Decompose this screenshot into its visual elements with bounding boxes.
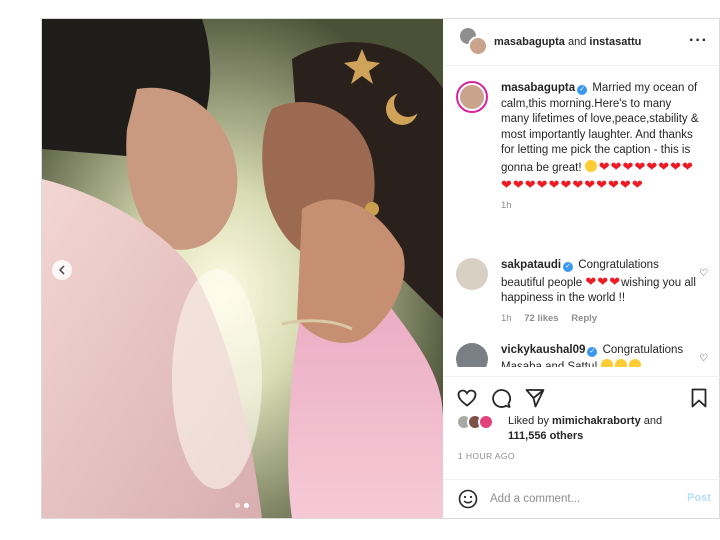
carousel-dot xyxy=(235,503,240,508)
hugging-face-icon xyxy=(600,358,613,367)
wedding-photo-illustration xyxy=(42,19,443,518)
hugging-face-icon xyxy=(628,358,641,367)
avatar[interactable] xyxy=(456,81,488,113)
avatar[interactable] xyxy=(456,343,488,367)
caption-username[interactable]: masabagupta xyxy=(501,82,575,94)
collab-avatars[interactable] xyxy=(458,26,490,58)
comment-icon xyxy=(492,389,511,408)
comment-meta: 1h 72 likes Reply xyxy=(501,311,701,327)
comment-username[interactable]: vickykaushal09 xyxy=(501,344,585,356)
carousel-indicator xyxy=(235,503,249,508)
share-button[interactable] xyxy=(524,387,546,409)
caption: masabagupta ✓ Married my ocean of calm,th… xyxy=(456,81,710,251)
liker-avatars[interactable] xyxy=(456,414,502,432)
post-side-panel: masabagupta and instasattu ··· masabagup… xyxy=(444,19,720,518)
author-username[interactable]: masabagupta xyxy=(494,36,565,48)
comment-likes[interactable]: 72 likes xyxy=(524,313,558,324)
likes-summary: Liked by mimichakraborty and 111,556 oth… xyxy=(456,412,716,444)
grinning-face-icon xyxy=(584,159,597,172)
post-actions xyxy=(444,376,720,416)
comment-button[interactable] xyxy=(490,387,512,409)
add-comment-bar: Post xyxy=(444,479,720,518)
verified-badge-icon: ✓ xyxy=(587,347,598,357)
instagram-post: masabagupta and instasattu ··· masabagup… xyxy=(41,18,720,519)
carousel-prev-button[interactable] xyxy=(52,260,72,280)
collaborator-username[interactable]: instasattu xyxy=(589,36,641,48)
verified-badge-icon: ✓ xyxy=(577,85,588,95)
post-authors: masabagupta and instasattu xyxy=(494,36,641,48)
like-button[interactable] xyxy=(456,387,478,409)
heart-outline-icon[interactable]: ♡ xyxy=(699,353,708,364)
likes-prefix: Liked by xyxy=(508,415,549,427)
caption-time[interactable]: 1h xyxy=(501,200,512,211)
verified-badge-icon: ✓ xyxy=(563,262,574,272)
comment-body: vickykaushal09 ✓ Congratulations Masaba a… xyxy=(501,343,701,367)
comment-input[interactable] xyxy=(490,490,670,508)
hugging-face-icon xyxy=(614,358,627,367)
post-timestamp[interactable]: 1 HOUR AGO xyxy=(458,451,515,461)
avatar xyxy=(478,414,494,430)
more-horizontal-icon[interactable]: ··· xyxy=(689,33,708,49)
comment-body: sakpataudi ✓ Congratulations beautiful pe… xyxy=(501,258,701,326)
heart-icon xyxy=(457,389,477,407)
post-header: masabagupta and instasattu ··· xyxy=(444,19,720,66)
carousel-dot-active xyxy=(244,503,249,508)
heart-outline-icon[interactable]: ♡ xyxy=(699,268,708,279)
post-comment-button[interactable]: Post xyxy=(687,492,711,504)
liker-username[interactable]: mimichakraborty xyxy=(552,415,641,427)
likes-count[interactable]: 111,556 others xyxy=(508,430,583,442)
comment-item: sakpataudi ✓ Congratulations beautiful pe… xyxy=(456,258,710,328)
likes-text: Liked by mimichakraborty and 111,556 oth… xyxy=(508,414,662,444)
comments-section: masabagupta ✓ Married my ocean of calm,th… xyxy=(444,67,720,367)
send-icon xyxy=(525,389,545,408)
caption-meta: 1h xyxy=(501,198,701,214)
heart-emojis: ❤❤❤ xyxy=(585,273,622,289)
post-photo[interactable] xyxy=(42,19,443,518)
bookmark-icon xyxy=(691,388,707,408)
emoji-icon[interactable] xyxy=(458,489,478,509)
save-button[interactable] xyxy=(688,387,710,409)
avatar xyxy=(468,36,488,56)
likes-joiner: and xyxy=(643,415,663,427)
caption-body: masabagupta ✓ Married my ocean of calm,th… xyxy=(501,81,701,214)
avatar[interactable] xyxy=(456,258,488,290)
comment-item: vickykaushal09 ✓ Congratulations Masaba a… xyxy=(456,343,710,367)
chevron-left-icon xyxy=(58,265,65,275)
author-joiner: and xyxy=(567,36,587,48)
comment-username[interactable]: sakpataudi xyxy=(501,259,561,271)
comment-time[interactable]: 1h xyxy=(501,313,512,324)
reply-button[interactable]: Reply xyxy=(571,313,597,324)
